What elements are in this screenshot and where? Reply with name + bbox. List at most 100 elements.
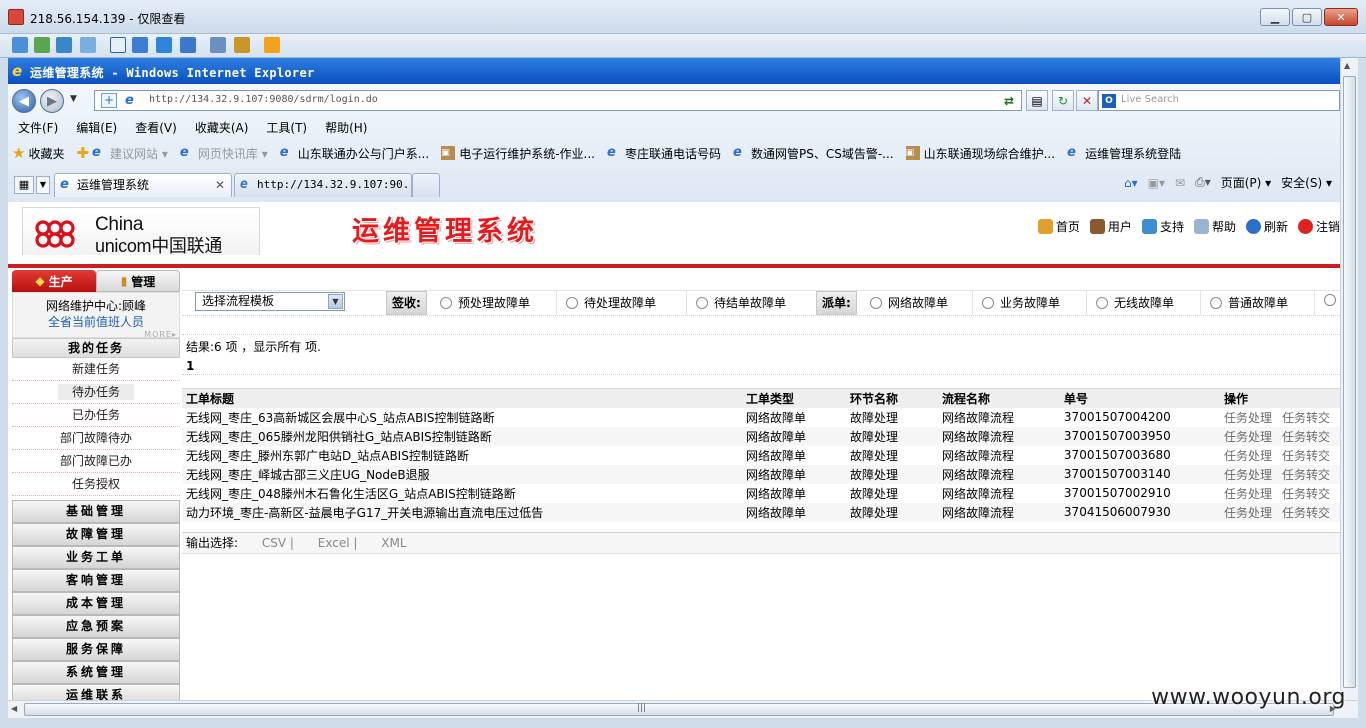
- template-select[interactable]: 选择流程模板 ▼: [195, 292, 345, 311]
- radio-wireless-fault[interactable]: 无线故障单: [1096, 294, 1174, 311]
- cell-title[interactable]: 无线网_枣庄_63高新城区会展中心S_站点ABIS控制链路断: [182, 408, 742, 427]
- col-step[interactable]: 环节名称: [845, 388, 938, 408]
- group-cost[interactable]: 成本管理: [12, 592, 180, 615]
- tab-production[interactable]: ◆ 生产: [12, 270, 96, 292]
- fav-link-5[interactable]: ▣ 山东联通现场综合维护...: [905, 145, 1055, 162]
- group-customer[interactable]: 客响管理: [12, 569, 180, 592]
- mail-icon[interactable]: ✉: [1175, 176, 1185, 190]
- phone-icon[interactable]: [56, 37, 72, 53]
- menu-tools[interactable]: 工具(T): [266, 118, 307, 138]
- process-link[interactable]: 任务处理: [1224, 411, 1272, 425]
- process-link[interactable]: 任务处理: [1224, 430, 1272, 444]
- fullscreen-icon[interactable]: [132, 37, 148, 53]
- support-link[interactable]: 支持: [1141, 218, 1184, 235]
- tab-management[interactable]: ▮ 管理: [96, 270, 180, 292]
- chat-icon[interactable]: [80, 37, 96, 53]
- transfer-link[interactable]: 任务转交: [1282, 411, 1330, 425]
- page-menu[interactable]: 页面(P) ▾: [1221, 174, 1271, 191]
- logout-link[interactable]: 注销: [1297, 218, 1340, 235]
- process-link[interactable]: 任务处理: [1224, 468, 1272, 482]
- col-flow[interactable]: 流程名称: [937, 388, 1060, 408]
- quick-tabs-icon[interactable]: ▦: [14, 176, 34, 194]
- cell-title[interactable]: 无线网_枣庄_065滕州龙阳供销社G_站点ABIS控制链路断: [182, 426, 742, 446]
- task-todo[interactable]: 待办任务: [12, 381, 180, 404]
- group-service[interactable]: 服务保障: [12, 638, 180, 661]
- minimize-button[interactable]: ▁: [1260, 8, 1290, 26]
- task-dept-done[interactable]: 部门故障已办: [12, 450, 180, 473]
- col-title[interactable]: 工单标题: [182, 388, 742, 408]
- fav-link-3[interactable]: e 枣庄联通电话号码: [607, 145, 721, 162]
- fav-link-6[interactable]: e 运维管理系统登陆: [1067, 145, 1181, 162]
- help-link[interactable]: 帮助: [1193, 218, 1236, 235]
- transfer-link[interactable]: 任务转交: [1282, 430, 1330, 444]
- cell-title[interactable]: 无线网_枣庄_滕州东郭广电站D_站点ABIS控制链路断: [182, 446, 742, 465]
- process-link[interactable]: 任务处理: [1224, 449, 1272, 463]
- vertical-scrollbar[interactable]: ▲: [1340, 58, 1358, 700]
- export-xml-link[interactable]: XML: [381, 536, 406, 550]
- radio-network-fault[interactable]: 网络故障单: [870, 294, 948, 311]
- fav-link-1[interactable]: e 山东联通办公与门户系...: [280, 145, 429, 162]
- transfer-link[interactable]: 任务转交: [1282, 468, 1330, 482]
- search-placeholder[interactable]: Live Search: [1121, 94, 1179, 105]
- export-csv-link[interactable]: CSV |: [262, 536, 294, 550]
- transfer-link[interactable]: 任务转交: [1282, 449, 1330, 463]
- disconnect-icon[interactable]: [264, 37, 280, 53]
- scale-icon[interactable]: [156, 37, 172, 53]
- home-link[interactable]: 首页: [1037, 218, 1080, 235]
- feeds-icon[interactable]: ▣▾: [1148, 176, 1165, 190]
- menu-help[interactable]: 帮助(H): [325, 118, 367, 138]
- menu-view[interactable]: 查看(V): [135, 118, 177, 138]
- task-dept-todo[interactable]: 部门故障待办: [12, 427, 180, 450]
- task-authorize[interactable]: 任务授权: [12, 473, 180, 496]
- cell-title[interactable]: 动力环境_枣庄-高新区-益晨电子G17_开关电源输出直流电压过低告: [182, 502, 742, 522]
- horizontal-scroll-thumb[interactable]: |||: [24, 703, 1334, 716]
- group-contact[interactable]: 运维联系: [12, 684, 180, 700]
- maximize-button[interactable]: ▢: [1292, 8, 1322, 26]
- new-tab-button[interactable]: [412, 173, 440, 197]
- group-system[interactable]: 系统管理: [12, 661, 180, 684]
- add-favorite-icon[interactable]: +: [101, 93, 117, 108]
- task-done[interactable]: 已办任务: [12, 404, 180, 427]
- print-icon[interactable]: ⎙▾: [1195, 175, 1211, 190]
- page-number[interactable]: 1: [186, 359, 194, 373]
- user-link[interactable]: 用户: [1089, 218, 1132, 235]
- tab-list-icon[interactable]: ▼: [36, 176, 50, 194]
- clipboard-icon[interactable]: [210, 37, 226, 53]
- col-number[interactable]: 单号: [1059, 388, 1220, 408]
- safety-menu[interactable]: 安全(S) ▾: [1281, 174, 1332, 191]
- cell-title[interactable]: 无线网_枣庄_048滕州木石鲁化生活区G_站点ABIS控制链路断: [182, 484, 742, 503]
- refresh-icon[interactable]: ↻: [1052, 90, 1074, 111]
- group-fault[interactable]: 故障管理: [12, 523, 180, 546]
- menu-edit[interactable]: 编辑(E): [76, 118, 117, 138]
- monitor-icon[interactable]: [12, 37, 28, 53]
- forward-icon[interactable]: ▶: [40, 89, 64, 113]
- tools-icon[interactable]: [234, 37, 250, 53]
- fit-icon[interactable]: [180, 37, 196, 53]
- tab-close-icon[interactable]: ✕: [215, 174, 225, 196]
- fav-link-2[interactable]: ▣ 电子运行维护系统-作业...: [441, 145, 595, 162]
- radio-more[interactable]: [1324, 294, 1336, 306]
- stop-icon[interactable]: ✕: [1076, 90, 1098, 111]
- favorites-button[interactable]: ★ 收藏夹: [12, 144, 64, 162]
- address-bar[interactable]: + e http://134.32.9.107:9080/sdrm/login.…: [94, 90, 1022, 111]
- fav-suggested-sites[interactable]: ✚ e 建议网站 ▾: [76, 144, 167, 162]
- radio-pending[interactable]: 待处理故障单: [566, 294, 656, 311]
- radio-pre-process[interactable]: 预处理故障单: [440, 294, 530, 311]
- radio-business-fault[interactable]: 业务故障单: [982, 294, 1060, 311]
- fav-link-4[interactable]: e 数通网管PS、CS域告警-...: [733, 145, 894, 162]
- back-icon[interactable]: ◀: [12, 89, 36, 113]
- transfer-link[interactable]: 任务转交: [1282, 487, 1330, 501]
- cell-title[interactable]: 无线网_枣庄_峄城古邵三义庄UG_NodeB退服: [182, 464, 742, 484]
- process-link[interactable]: 任务处理: [1224, 506, 1272, 520]
- process-link[interactable]: 任务处理: [1224, 487, 1272, 501]
- group-basic[interactable]: 基础管理: [12, 500, 180, 523]
- col-type[interactable]: 工单类型: [741, 388, 846, 408]
- scroll-left-icon[interactable]: ◀: [11, 704, 17, 713]
- tab-active[interactable]: e 运维管理系统 ✕: [54, 173, 232, 197]
- scroll-up-icon[interactable]: ▲: [1344, 61, 1350, 70]
- menu-file[interactable]: 文件(F): [18, 118, 58, 138]
- view-only-icon[interactable]: [110, 37, 126, 53]
- menu-favorites[interactable]: 收藏夹(A): [195, 118, 249, 138]
- refresh-link[interactable]: 刷新: [1245, 218, 1288, 235]
- address-url[interactable]: http://134.32.9.107:9080/sdrm/login.do: [149, 94, 378, 105]
